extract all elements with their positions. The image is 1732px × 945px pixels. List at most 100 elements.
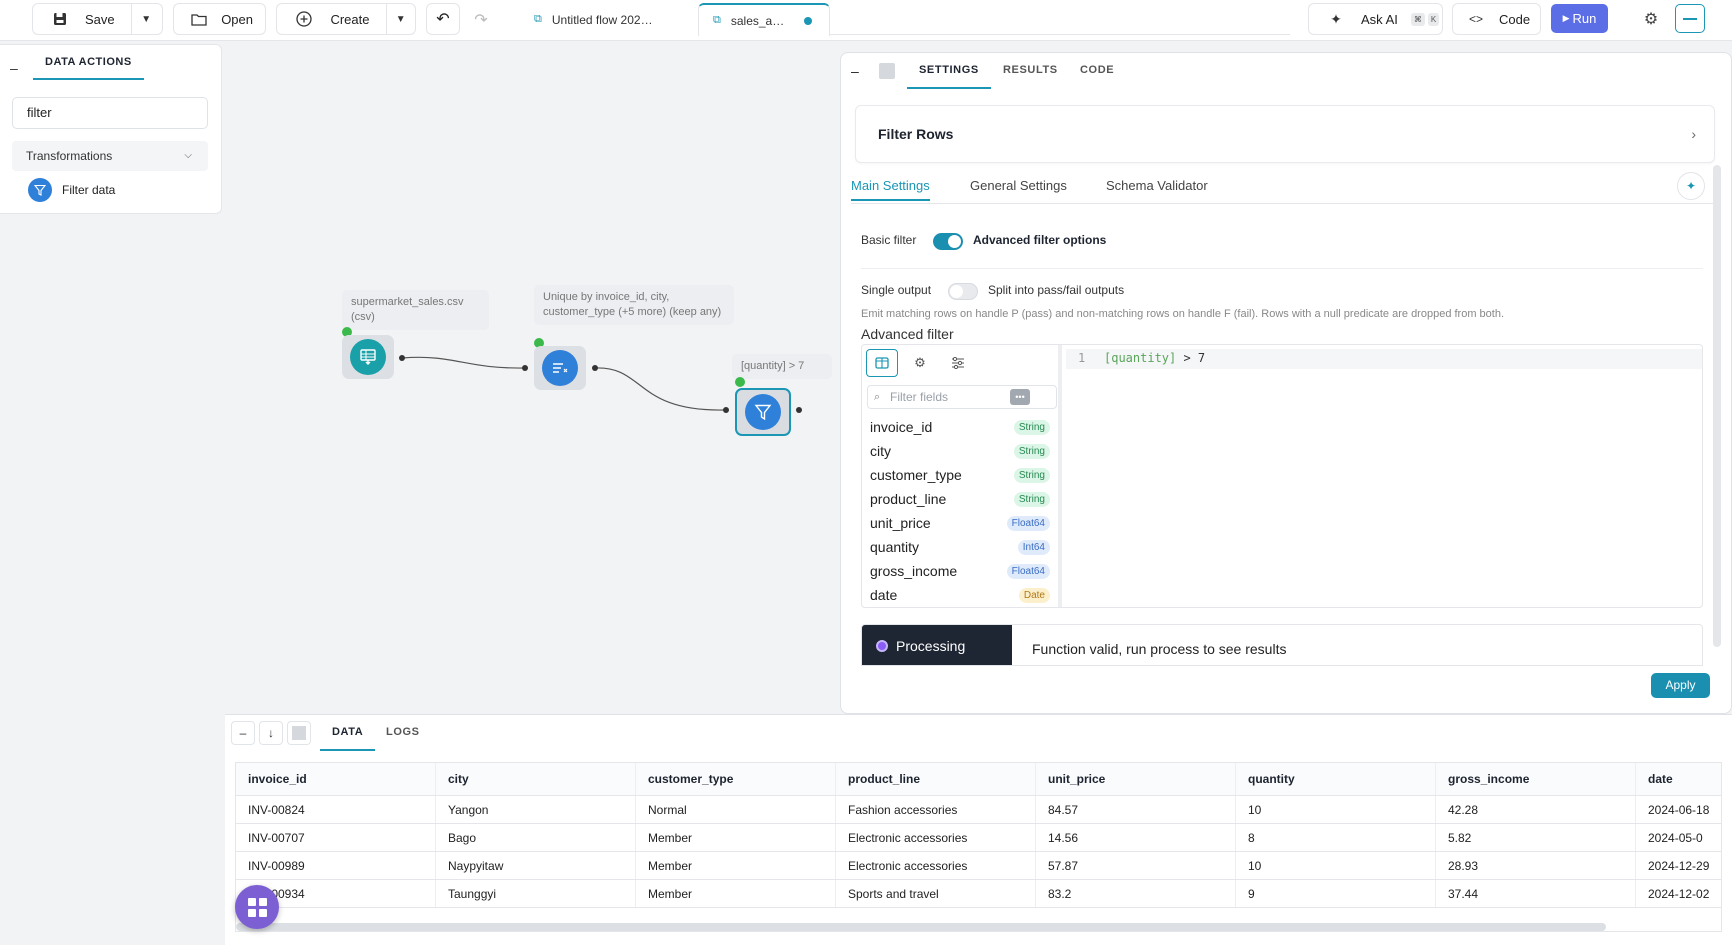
column-header[interactable]: product_line	[836, 763, 1036, 795]
output-handle[interactable]	[399, 355, 405, 361]
field-row[interactable]: unit_price Float64	[870, 511, 1050, 535]
field-row[interactable]: product_line String	[870, 487, 1050, 511]
table-cell: 10	[1236, 852, 1436, 879]
status-message: Function valid, run process to see resul…	[1032, 641, 1287, 657]
code-button[interactable]: <> Code	[1452, 3, 1541, 35]
maximize-icon[interactable]	[287, 721, 311, 745]
arrow-down-icon[interactable]: ↓	[259, 721, 283, 745]
redo-icon: ↷	[474, 12, 488, 29]
gear-icon: ⚙	[1643, 10, 1659, 28]
apps-launcher-button[interactable]	[235, 885, 279, 929]
save-button[interactable]: Save	[75, 12, 131, 27]
input-handle[interactable]	[735, 377, 745, 387]
tab-settings[interactable]: SETTINGS	[907, 53, 991, 89]
field-row[interactable]: date Date	[870, 583, 1050, 607]
save-button-group: Save ▼	[32, 3, 163, 35]
field-row[interactable]: invoice_id String	[870, 415, 1050, 439]
more-options-icon[interactable]: •••	[1010, 389, 1030, 405]
settings-button[interactable]: ⚙	[1636, 4, 1666, 33]
create-dropdown-icon[interactable]: ▼	[385, 4, 416, 34]
collapse-panel-button[interactable]	[1675, 4, 1705, 33]
apply-button[interactable]: Apply	[1651, 673, 1710, 698]
subtab-main-settings[interactable]: Main Settings	[851, 171, 930, 201]
divider	[861, 268, 1703, 269]
save-icon[interactable]	[45, 12, 75, 26]
function-gear-icon[interactable]: ⚙	[904, 349, 936, 377]
column-header[interactable]: customer_type	[636, 763, 836, 795]
filter-data-item[interactable]: Filter data	[28, 177, 115, 203]
input-handle[interactable]	[522, 365, 528, 371]
type-badge: String	[1013, 443, 1050, 459]
tab-code[interactable]: CODE	[1068, 53, 1126, 89]
field-name: product_line	[870, 491, 947, 507]
table-row[interactable]: INV-00934 Taunggyi Member Sports and tra…	[236, 880, 1721, 908]
node-title-card[interactable]: Filter Rows ›	[855, 105, 1715, 163]
split-output-toggle[interactable]	[948, 283, 978, 300]
subtab-general-settings[interactable]: General Settings	[970, 171, 1067, 201]
code-editor[interactable]: 1 [quantity] > 7	[1066, 345, 1702, 607]
output-handle[interactable]	[796, 407, 802, 413]
column-header[interactable]: gross_income	[1436, 763, 1636, 795]
kbd-key: K	[1427, 12, 1440, 26]
column-header[interactable]: date	[1636, 763, 1721, 795]
column-header[interactable]: city	[436, 763, 636, 795]
advanced-filter-toggle[interactable]	[933, 233, 963, 250]
vertical-scrollbar[interactable]	[1713, 165, 1721, 647]
tab-data[interactable]: DATA	[320, 715, 376, 751]
field-row[interactable]: quantity Int64	[870, 535, 1050, 559]
horizontal-scrollbar[interactable]	[236, 923, 1606, 931]
code-label: Code	[1499, 11, 1531, 27]
run-button[interactable]: ▶ Run	[1551, 4, 1608, 33]
field-row[interactable]: city String	[870, 439, 1050, 463]
table-cell: 2024-12-29	[1636, 852, 1721, 879]
column-header[interactable]: quantity	[1236, 763, 1436, 795]
node-read-csv[interactable]	[342, 335, 394, 379]
output-handle[interactable]	[592, 365, 598, 371]
table-cell: 5.82	[1436, 824, 1636, 851]
processing-label: Processing	[896, 638, 966, 654]
tab-logs[interactable]: LOGS	[374, 715, 432, 751]
fields-column: ⚙ ⌕ Filter fields ••• invoice_id String c…	[862, 345, 1062, 607]
flow-canvas[interactable]: supermarket_sales.csv (csv) Unique by in…	[225, 44, 840, 714]
table-cell: 2024-06-18	[1636, 796, 1721, 823]
open-button[interactable]: Open	[173, 3, 266, 35]
maximize-icon[interactable]	[879, 63, 895, 79]
group-transformations[interactable]: Transformations ⌵	[12, 141, 208, 171]
filter-fields-input[interactable]: ⌕ Filter fields •••	[867, 385, 1057, 409]
create-button[interactable]: Create	[318, 12, 385, 27]
tab-data-actions[interactable]: DATA ACTIONS	[33, 45, 144, 80]
field-row[interactable]: gross_income Float64	[870, 559, 1050, 583]
ai-assist-button[interactable]: ✦	[1677, 172, 1705, 200]
field-row[interactable]: customer_type String	[870, 463, 1050, 487]
advanced-options-label: Advanced filter options	[973, 233, 1107, 247]
status-box: Processing Function valid, run process t…	[861, 624, 1703, 666]
tab-results[interactable]: RESULTS	[991, 53, 1070, 89]
minimize-icon[interactable]: –	[851, 63, 859, 79]
table-row[interactable]: INV-00989 Naypyitaw Member Electronic ac…	[236, 852, 1721, 880]
minimize-icon[interactable]: –	[10, 60, 18, 76]
save-dropdown-icon[interactable]: ▼	[130, 4, 161, 34]
sliders-icon[interactable]	[942, 349, 974, 377]
column-header[interactable]: unit_price	[1036, 763, 1236, 795]
chevron-down-icon: ⌵	[184, 150, 192, 161]
minimize-icon[interactable]: –	[231, 721, 255, 745]
columns-icon[interactable]	[866, 349, 898, 377]
file-tab-untitled[interactable]: ⧉ Untitled flow 202…	[520, 3, 700, 36]
subtab-schema-validator[interactable]: Schema Validator	[1106, 171, 1208, 201]
table-row[interactable]: INV-00707 Bago Member Electronic accesso…	[236, 824, 1721, 852]
node-filter[interactable]	[735, 388, 791, 436]
column-header[interactable]: invoice_id	[236, 763, 436, 795]
action-search-input[interactable]: filter	[12, 97, 208, 129]
redo-button[interactable]: ↷	[469, 8, 493, 32]
field-name: unit_price	[870, 515, 931, 531]
unsaved-dot	[804, 16, 813, 25]
table-row[interactable]: INV-00824 Yangon Normal Fashion accessor…	[236, 796, 1721, 824]
file-tab-sales[interactable]: ⧉ sales_a…	[698, 3, 830, 36]
node-unique[interactable]	[534, 346, 586, 390]
table-cell: INV-00989	[236, 852, 436, 879]
input-handle[interactable]	[723, 407, 729, 413]
table-cell: 9	[1236, 880, 1436, 907]
plus-circle-icon[interactable]	[289, 11, 318, 27]
ask-ai-button[interactable]: ✦ Ask AI ⌘ K	[1308, 3, 1443, 35]
undo-button[interactable]: ↶	[426, 3, 460, 35]
